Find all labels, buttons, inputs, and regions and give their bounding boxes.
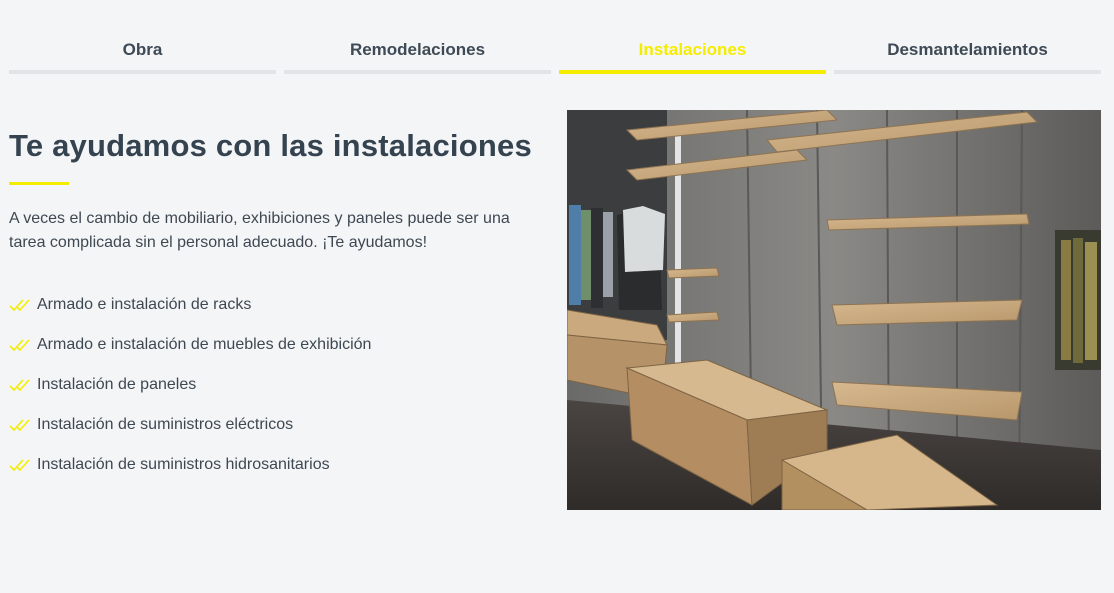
feature-label: Instalación de suministros eléctricos (37, 416, 294, 433)
store-shelving-photo (567, 110, 1101, 510)
tab-label: Instalaciones (638, 40, 747, 59)
feature-item: Instalación de paneles (9, 365, 549, 405)
double-check-icon (9, 419, 30, 432)
title-accent-line (9, 182, 69, 185)
tab-desmantelamientos[interactable]: Desmantelamientos (834, 30, 1101, 74)
double-check-icon (9, 459, 30, 472)
tab-instalaciones[interactable]: Instalaciones (559, 30, 826, 74)
tab-obra[interactable]: Obra (9, 30, 276, 74)
section-title: Te ayudamos con las instalaciones (9, 128, 532, 163)
feature-item: Armado e instalación de racks (9, 285, 549, 325)
content-panel: Te ayudamos con las instalaciones A vece… (9, 128, 549, 485)
feature-label: Instalación de suministros hidrosanitari… (37, 456, 330, 473)
tab-underline (834, 70, 1101, 74)
tab-label: Remodelaciones (349, 40, 486, 59)
shelving-illustration (567, 110, 1101, 510)
section-intro: A veces el cambio de mobiliario, exhibic… (9, 210, 510, 251)
double-check-icon (9, 299, 30, 312)
feature-list: Armado e instalación de racks Armado e i… (9, 285, 549, 485)
feature-item: Armado e instalación de muebles de exhib… (9, 325, 549, 365)
double-check-icon (9, 379, 30, 392)
tab-label: Obra (122, 40, 163, 59)
feature-label: Armado e instalación de muebles de exhib… (37, 336, 372, 353)
feature-label: Armado e instalación de racks (37, 296, 252, 313)
tab-underline (559, 70, 826, 74)
feature-item: Instalación de suministros eléctricos (9, 405, 549, 445)
tab-underline (284, 70, 551, 74)
feature-item: Instalación de suministros hidrosanitari… (9, 445, 549, 485)
tab-remodelaciones[interactable]: Remodelaciones (284, 30, 551, 74)
tabs-nav: Obra Remodelaciones Instalaciones Desman… (9, 30, 1101, 74)
tab-label: Desmantelamientos (887, 40, 1048, 59)
feature-label: Instalación de paneles (37, 376, 197, 393)
tab-underline (9, 70, 276, 74)
double-check-icon (9, 339, 30, 352)
